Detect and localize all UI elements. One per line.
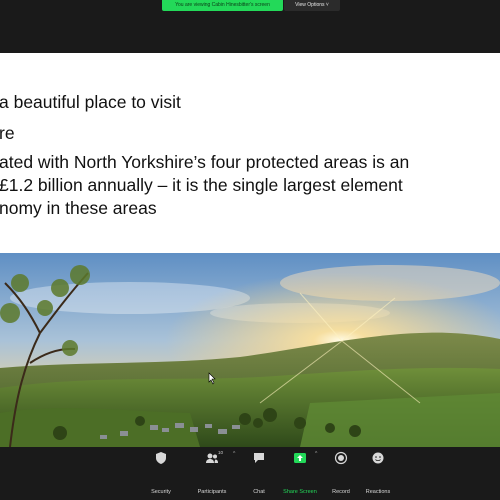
chat-label: Chat bbox=[253, 489, 265, 495]
participants-count: 10 bbox=[218, 450, 224, 455]
participants-caret-icon[interactable]: ^ bbox=[233, 451, 235, 457]
landscape-photo bbox=[0, 253, 500, 447]
slide-line-4: £1.2 billion annually – it is the single… bbox=[0, 175, 403, 195]
share-screen-icon bbox=[294, 453, 306, 463]
reactions-button[interactable]: Reactions bbox=[362, 447, 394, 500]
security-button[interactable]: Security bbox=[146, 447, 176, 500]
record-icon bbox=[334, 451, 348, 465]
shared-slide: a beautiful place to visit re ated with … bbox=[0, 53, 500, 447]
reactions-label: Reactions bbox=[365, 489, 391, 495]
chat-icon bbox=[254, 453, 264, 463]
meeting-top-bar: You are viewing Cabin Hinesbitter's scre… bbox=[0, 0, 500, 52]
screen-share-banner[interactable]: You are viewing Cabin Hinesbitter's scre… bbox=[162, 0, 283, 11]
slide-line-1: a beautiful place to visit bbox=[0, 92, 181, 112]
landscape-photo-image bbox=[0, 253, 500, 447]
meeting-toolbar: Security 10 Participants ^ Chat Share Sc… bbox=[0, 447, 500, 500]
share-screen-button[interactable]: Share Screen bbox=[281, 447, 319, 500]
record-button[interactable]: Record bbox=[326, 447, 356, 500]
chat-button[interactable]: Chat bbox=[244, 447, 274, 500]
slide-line-5: nomy in these areas bbox=[0, 198, 157, 218]
participants-button[interactable]: 10 Participants bbox=[192, 447, 232, 500]
security-label: Security bbox=[151, 489, 171, 495]
slide-line-2: re bbox=[0, 123, 15, 143]
slide-line-3: ated with North Yorkshire’s four protect… bbox=[0, 152, 410, 172]
record-label: Record bbox=[332, 489, 350, 495]
participants-label: Participants bbox=[197, 489, 227, 495]
participants-icon bbox=[206, 453, 218, 463]
reactions-icon bbox=[372, 452, 384, 464]
shield-icon bbox=[156, 452, 166, 464]
share-screen-caret-icon[interactable]: ^ bbox=[315, 451, 317, 457]
view-options-button[interactable]: View Options ˅ bbox=[284, 0, 340, 11]
share-screen-label: Share Screen bbox=[283, 489, 317, 495]
